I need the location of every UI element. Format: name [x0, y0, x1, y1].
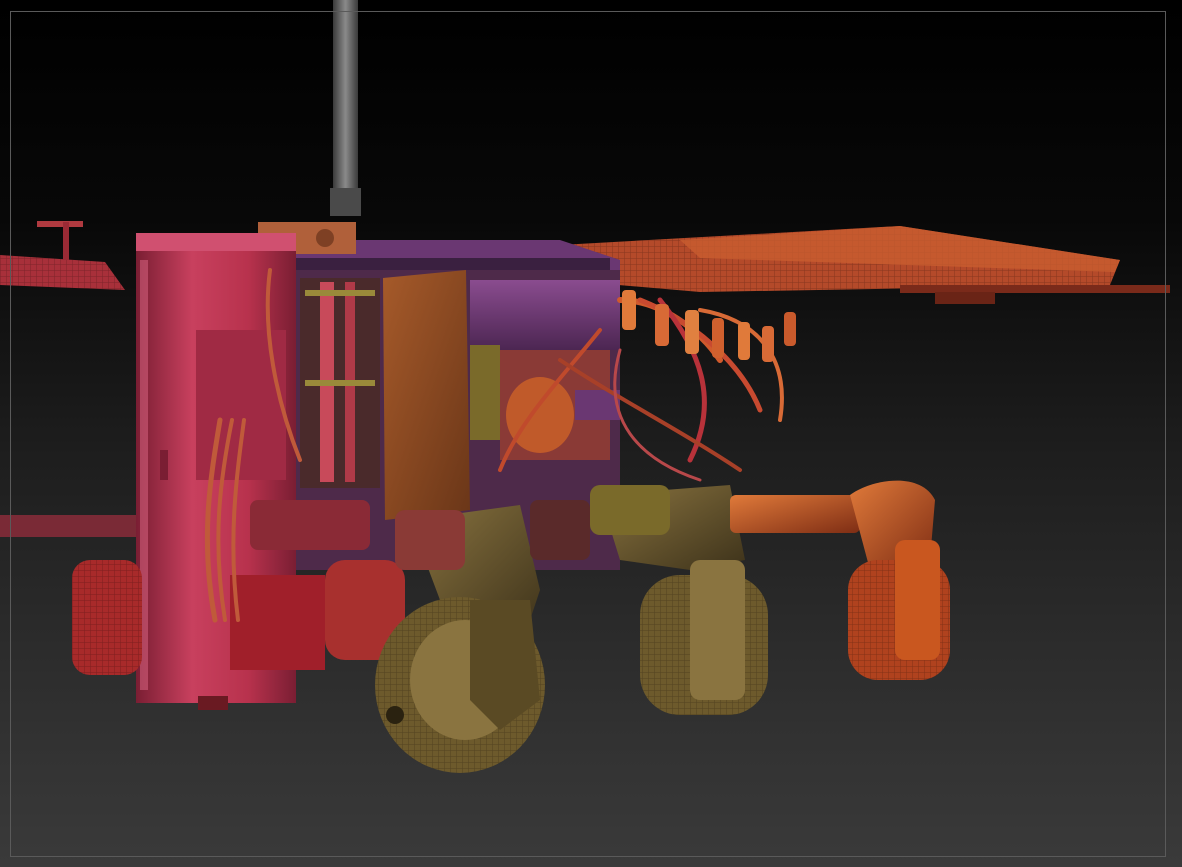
right-wheel: [848, 540, 950, 680]
rover-model-render[interactable]: [0, 0, 1182, 867]
right-solar-panel: [560, 226, 1170, 304]
viewport-3d[interactable]: [0, 0, 1182, 867]
mast: [330, 0, 361, 216]
left-solar-panel: [0, 221, 125, 290]
